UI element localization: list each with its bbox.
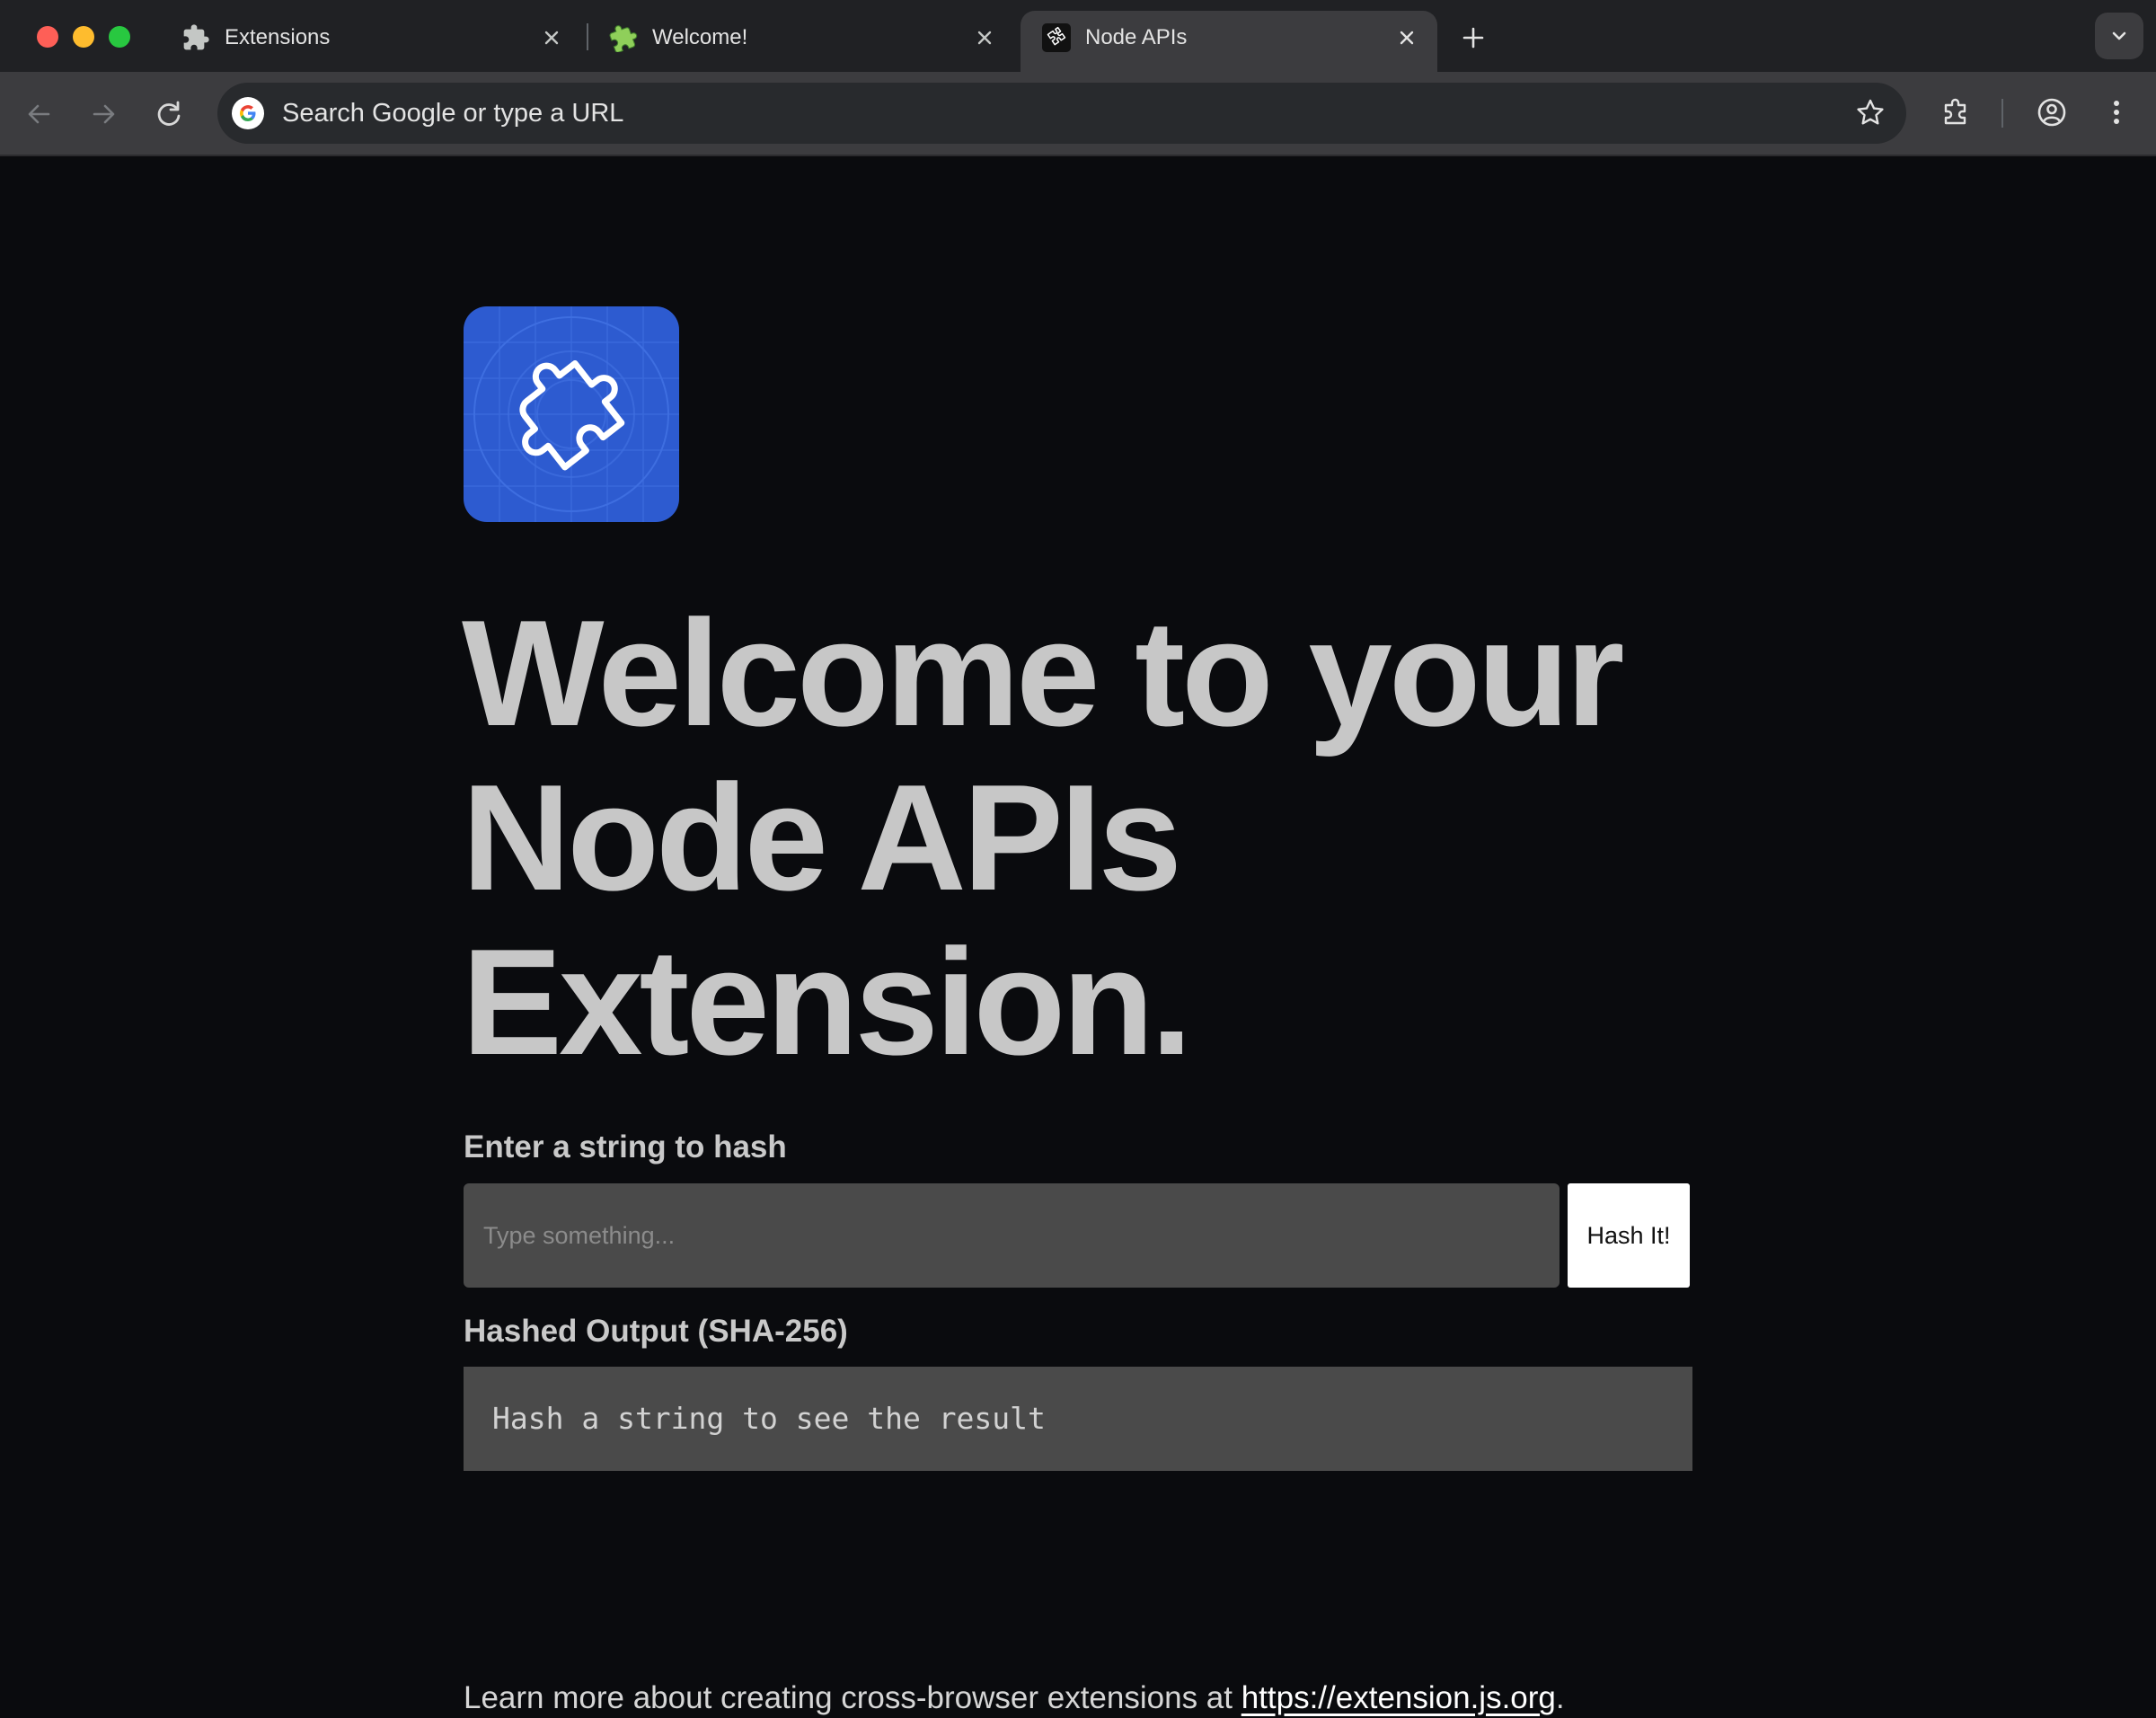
hash-button[interactable]: Hash It! xyxy=(1568,1183,1690,1288)
extension-js-link[interactable]: https://extension.js.org xyxy=(1241,1680,1556,1715)
page-title: Welcome to your Node APIs Extension. xyxy=(462,589,1624,1086)
toolbar-divider xyxy=(2001,99,2003,128)
tab-node-apis[interactable]: Node APIs xyxy=(1021,11,1437,72)
window-minimize-button[interactable] xyxy=(73,26,94,48)
tab-search-button[interactable] xyxy=(2095,13,2143,59)
puzzle-outline-icon xyxy=(1042,23,1071,52)
puzzle-icon xyxy=(183,24,209,50)
tab-title: Welcome! xyxy=(652,25,748,49)
browser-toolbar: Search Google or type a URL xyxy=(0,72,2156,156)
tab-welcome[interactable]: Welcome! xyxy=(588,11,1015,72)
chevron-down-icon xyxy=(2112,31,2126,40)
puzzle-piece-logo xyxy=(464,306,679,522)
tab-strip: Extensions Welcome! Node APIs xyxy=(0,0,2156,72)
extensions-icon[interactable] xyxy=(1937,93,1976,132)
close-icon[interactable] xyxy=(1392,23,1421,52)
footer-period: . xyxy=(1555,1680,1565,1715)
hash-input-label: Enter a string to hash xyxy=(464,1129,787,1165)
address-bar-placeholder: Search Google or type a URL xyxy=(282,99,624,128)
footer-text: Learn more about creating cross-browser … xyxy=(464,1678,1565,1718)
profile-icon[interactable] xyxy=(2032,93,2072,132)
window-close-button[interactable] xyxy=(37,26,58,48)
footer-text-label: Learn more about creating cross-browser … xyxy=(464,1680,1241,1715)
hashed-output-label: Hashed Output (SHA-256) xyxy=(464,1314,848,1349)
back-arrow-icon[interactable] xyxy=(20,94,59,134)
forward-arrow-icon[interactable] xyxy=(84,94,123,134)
new-tab-icon[interactable] xyxy=(1457,22,1489,54)
tab-title: Extensions xyxy=(225,25,331,49)
hash-input[interactable] xyxy=(464,1183,1560,1288)
reload-icon[interactable] xyxy=(149,94,189,134)
hashed-output-text: Hash a string to see the result xyxy=(492,1401,1046,1436)
close-icon[interactable] xyxy=(537,23,566,52)
tab-title: Node APIs xyxy=(1085,25,1188,49)
more-menu-icon[interactable] xyxy=(2097,93,2136,132)
window-zoom-button[interactable] xyxy=(109,26,130,48)
bookmark-star-icon[interactable] xyxy=(1852,95,1888,131)
tab-extensions[interactable]: Extensions xyxy=(160,11,582,72)
address-bar[interactable]: Search Google or type a URL xyxy=(217,83,1906,144)
extension-logo xyxy=(464,306,679,522)
puzzle-green-icon xyxy=(609,25,638,52)
page-content: Welcome to your Node APIs Extension. Ent… xyxy=(0,156,2156,1715)
google-icon xyxy=(232,97,264,129)
hashed-output-box: Hash a string to see the result xyxy=(464,1367,1692,1471)
close-icon[interactable] xyxy=(970,23,999,52)
